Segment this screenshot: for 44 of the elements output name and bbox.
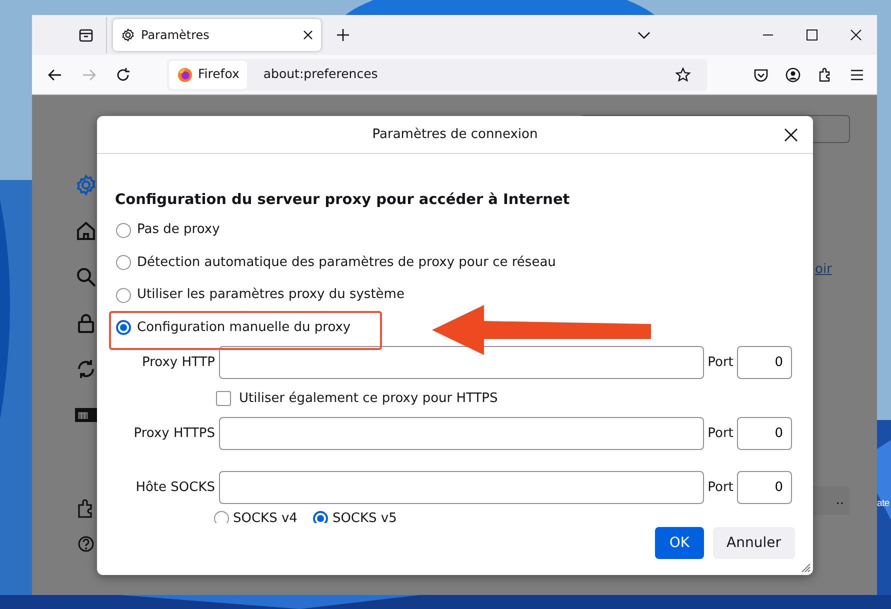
browser-logo-icon xyxy=(177,66,193,82)
search-icon[interactable] xyxy=(75,266,97,288)
checkbox-label[interactable]: Utiliser également ce proxy pour HTTPS xyxy=(239,389,498,408)
field-label: Proxy HTTP xyxy=(140,354,216,372)
radio-button[interactable] xyxy=(116,222,131,238)
radio-label[interactable]: Configuration manuelle du proxy xyxy=(137,318,351,338)
field-label: Port xyxy=(706,478,734,496)
star-icon[interactable] xyxy=(675,66,691,82)
radio-button[interactable] xyxy=(116,320,131,335)
address-bar[interactable]: Firefox about:preferences xyxy=(167,58,707,90)
radio-label[interactable]: Utiliser les paramètres proxy du système xyxy=(137,285,404,305)
radio-button[interactable] xyxy=(116,288,131,302)
close-tab-icon[interactable] xyxy=(303,30,313,40)
ok-button[interactable]: OK xyxy=(655,527,704,559)
identity-box[interactable]: Firefox xyxy=(169,60,248,88)
port-field[interactable]: 0 xyxy=(737,470,792,504)
port-field[interactable]: 0 xyxy=(737,416,792,450)
resize-grip-icon[interactable] xyxy=(799,561,811,573)
field-label: Hôte SOCKS xyxy=(134,478,216,496)
radio-label[interactable]: SOCKS v5 xyxy=(332,510,397,523)
desktop-icon-label[interactable]: ate xyxy=(877,497,890,512)
radio-button[interactable] xyxy=(116,255,131,270)
radio-button[interactable] xyxy=(313,510,328,523)
input-field[interactable] xyxy=(219,346,704,379)
section-heading: Configuration du serveur proxy pour accéder à Internet xyxy=(115,191,571,210)
checkbox[interactable] xyxy=(216,391,231,406)
sync-icon[interactable] xyxy=(75,358,97,380)
field-label: Proxy HTTPS xyxy=(132,424,216,442)
port-field[interactable]: 0 xyxy=(737,346,792,379)
tab[interactable]: Paramètres xyxy=(113,19,321,51)
settings-icon xyxy=(121,28,135,42)
radio-label[interactable]: Détection automatique des paramètres de proxy pour ce réseau xyxy=(137,252,556,272)
home-icon[interactable] xyxy=(75,220,97,242)
radio-label[interactable]: Pas de proxy xyxy=(137,220,220,240)
field-label: Port xyxy=(706,354,734,372)
input-field[interactable] xyxy=(219,416,704,450)
lock-icon[interactable] xyxy=(75,312,97,334)
field-label: Port xyxy=(706,424,734,442)
url-text: about:preferences xyxy=(263,65,378,84)
cancel-button[interactable]: Annuler xyxy=(712,527,795,559)
radio-button[interactable] xyxy=(214,510,229,523)
radio-label[interactable]: SOCKS v4 xyxy=(233,510,298,523)
dialog-title: Paramètres de connexion xyxy=(372,126,538,144)
input-field[interactable] xyxy=(219,470,704,504)
